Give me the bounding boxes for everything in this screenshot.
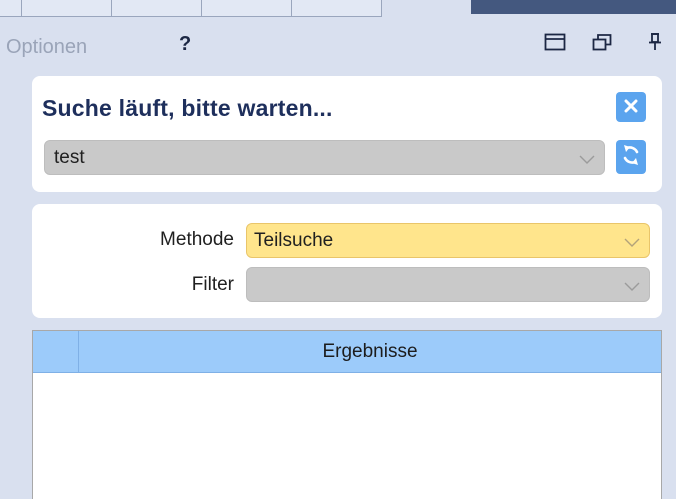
search-query-combo[interactable]: test: [44, 140, 605, 175]
method-select[interactable]: Teilsuche: [246, 223, 650, 258]
options-menu[interactable]: Optionen: [6, 36, 87, 59]
tab-strip: [0, 0, 676, 18]
search-pane: Optionen ? Suche läuft, bitte warten... …: [0, 0, 676, 499]
close-icon: [623, 94, 639, 120]
tab-stub[interactable]: [0, 0, 22, 17]
tab-stub[interactable]: [292, 0, 382, 17]
search-options-panel: Methode Teilsuche Filter: [32, 204, 662, 318]
tab-active[interactable]: [471, 0, 676, 14]
chevron-down-icon: [624, 235, 640, 253]
cancel-search-button[interactable]: [616, 92, 646, 122]
refresh-button[interactable]: [616, 140, 646, 174]
help-button[interactable]: ?: [179, 33, 191, 56]
results-table[interactable]: Ergebnisse: [32, 330, 662, 499]
chevron-down-icon: [624, 279, 640, 297]
pin-icon[interactable]: [646, 32, 664, 57]
window-icon[interactable]: [544, 32, 566, 57]
tab-stub[interactable]: [112, 0, 202, 17]
refresh-icon: [621, 143, 641, 172]
chevron-down-icon: [579, 152, 595, 170]
search-panel: Suche läuft, bitte warten... test: [32, 76, 662, 192]
restore-window-icon[interactable]: [592, 32, 614, 57]
method-select-value: Teilsuche: [254, 230, 334, 251]
results-table-header: Ergebnisse: [33, 331, 661, 373]
search-query-value: test: [54, 147, 85, 168]
method-label: Methode: [160, 229, 234, 250]
options-header: Optionen ?: [0, 24, 676, 70]
filter-label: Filter: [191, 274, 234, 295]
filter-select[interactable]: [246, 267, 650, 302]
tab-stub[interactable]: [202, 0, 292, 17]
results-column-header[interactable]: Ergebnisse: [79, 331, 661, 373]
tab-stub[interactable]: [22, 0, 112, 17]
search-status-text: Suche läuft, bitte warten...: [42, 95, 333, 121]
row-header-cell[interactable]: [33, 331, 79, 373]
